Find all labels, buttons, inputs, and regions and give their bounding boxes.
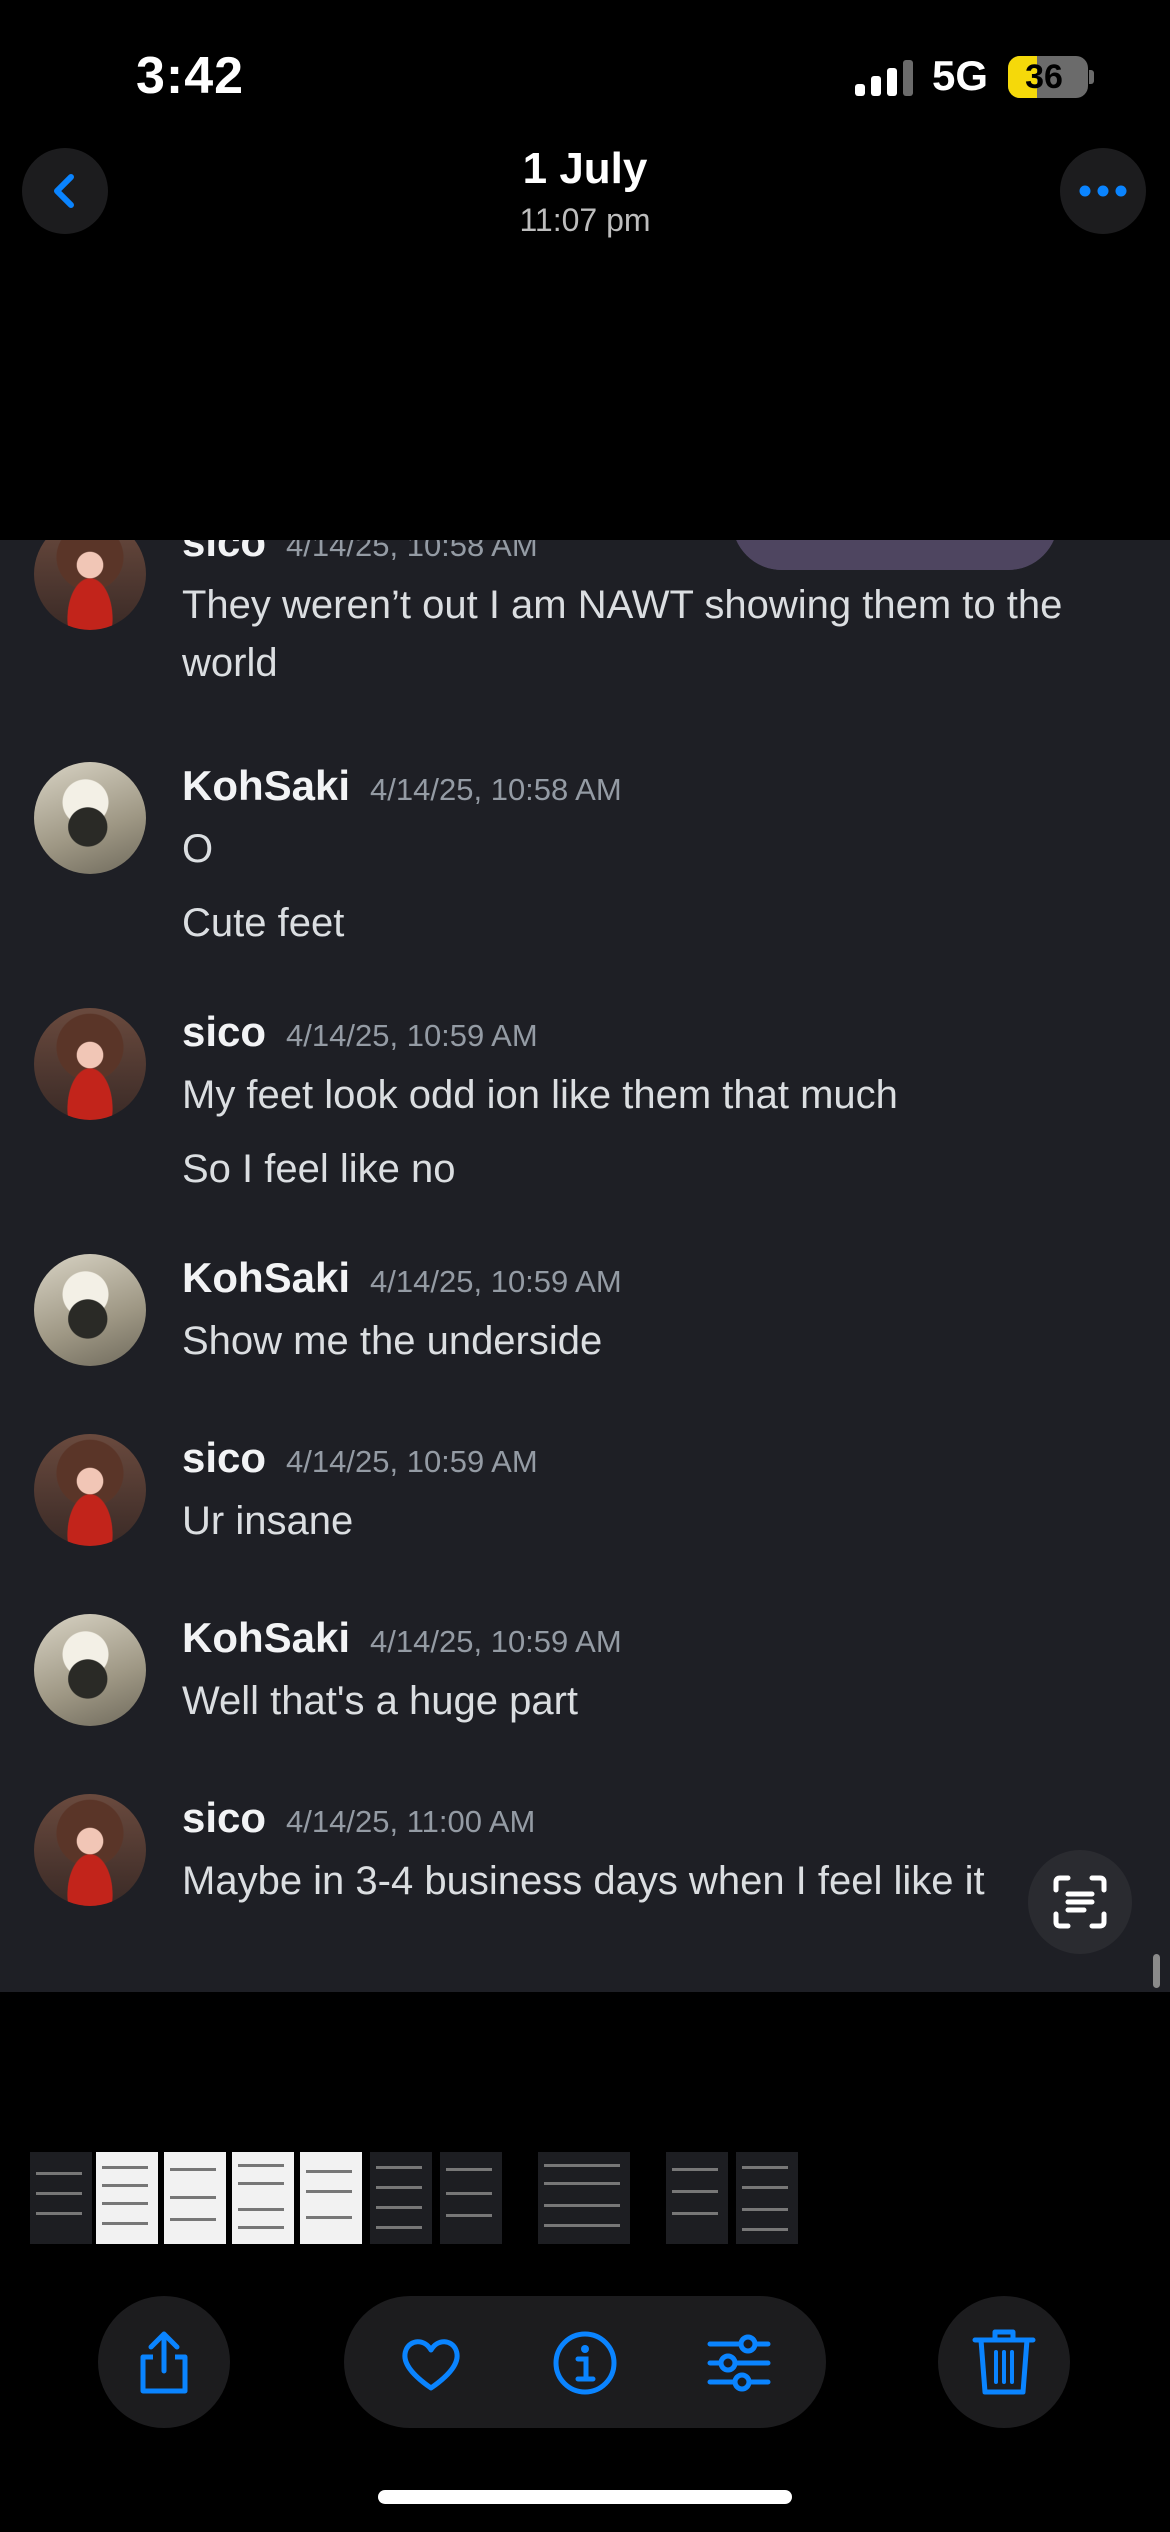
network-label: 5G [932,52,989,99]
username[interactable]: sico [182,1008,266,1055]
photo-actions-group [344,2296,826,2428]
share-button[interactable] [98,2296,230,2428]
message-header: KohSaki 4/14/25, 10:59 AM [182,1614,1134,1672]
thumbnail-strip[interactable] [0,2152,1170,2246]
message-body: sico 4/14/25, 10:59 AM Ur insane [182,1434,1134,1550]
live-text-scan-icon [1053,1875,1107,1929]
pill-mask [732,502,1058,540]
message-text: My feet look odd ion like them that much [182,1073,898,1117]
message-text: world [182,641,278,685]
message-body: KohSaki 4/14/25, 10:58 AM O Cute feet [182,762,1134,952]
share-icon [140,2331,188,2394]
username[interactable]: KohSaki [182,762,350,809]
thumbnail[interactable] [300,2152,362,2244]
username[interactable]: sico [182,540,266,565]
message-body: KohSaki 4/14/25, 10:59 AM Show me the unde… [182,1254,1134,1370]
avatar[interactable] [34,762,146,874]
more-options-button[interactable] [1060,148,1146,234]
info-icon[interactable] [552,2330,618,2396]
message-text: They weren’t out I am NAWT showing them … [182,583,1063,627]
header-time: 11:07 pm [519,202,651,238]
avatar[interactable] [34,1614,146,1726]
username[interactable]: KohSaki [182,1614,350,1661]
username[interactable]: sico [182,1794,266,1841]
signal-bars-icon [855,60,915,96]
username[interactable]: KohSaki [182,1254,350,1301]
thumbnail[interactable] [370,2152,432,2244]
message-timestamp: 4/14/25, 10:59 AM [286,1018,538,1053]
message-text: Ur insane [182,1499,354,1543]
trash-icon [972,2329,1036,2395]
status-time-label: 3:42 [136,47,245,105]
message-header: sico 4/14/25, 10:59 AM [182,1008,1134,1066]
avatar[interactable] [34,1254,146,1366]
message-text: Well that's a huge part [182,1679,579,1723]
thumbnail[interactable] [736,2152,798,2244]
thumbnail[interactable] [96,2152,158,2244]
delete-button[interactable] [938,2296,1070,2428]
message-timestamp: 4/14/25, 10:59 AM [370,1624,622,1659]
thumbnail[interactable] [30,2152,92,2244]
message-text: So I feel like no [182,1147,456,1191]
avatar[interactable] [34,540,146,630]
message-timestamp: 4/14/25, 10:59 AM [370,1264,622,1299]
message-text: O [182,827,214,871]
thumbnail[interactable] [164,2152,226,2244]
avatar[interactable] [34,1794,146,1906]
message-body: sico 4/14/25, 10:59 AM My feet look odd io… [182,1008,1134,1198]
message-text: Maybe in 3-4 business days when I feel l… [182,1859,985,1903]
message-timestamp: 4/14/25, 10:59 AM [286,1444,538,1479]
heart-icon[interactable] [398,2330,464,2396]
more-ellipsis-icon [1079,185,1127,197]
message-text: Show me the underside [182,1319,603,1363]
home-indicator[interactable] [378,2490,792,2504]
username[interactable]: sico [182,1434,266,1481]
thumbnail[interactable] [666,2152,728,2244]
message-header: KohSaki 4/14/25, 10:59 AM [182,1254,1134,1312]
screenshot-image: sico 4/14/25, 10:58 AM They weren’t out I … [0,540,1170,1992]
battery-percent-label: 36 [1025,58,1063,96]
message-body: sico 4/14/25, 11:00 AM Maybe in 3-4 busine… [182,1794,1134,1910]
message-header: KohSaki 4/14/25, 10:58 AM [182,762,1134,820]
thumbnail[interactable] [440,2152,502,2244]
message-header: sico 4/14/25, 11:00 AM [182,1794,1134,1852]
message-text: Cute feet [182,901,345,945]
battery-indicator-icon: 36 [1008,56,1088,98]
battery-cap [1089,70,1094,84]
thumbnail[interactable] [232,2152,294,2244]
live-text-button[interactable] [1028,1850,1132,1954]
sliders-icon[interactable] [706,2330,772,2396]
avatar[interactable] [34,1434,146,1546]
message-timestamp: 4/14/25, 10:58 AM [286,540,538,563]
message-header: sico 4/14/25, 10:59 AM [182,1434,1134,1492]
message-timestamp: 4/14/25, 11:00 AM [286,1804,536,1839]
message-timestamp: 4/14/25, 10:58 AM [370,772,622,807]
scrollbar[interactable] [1153,1954,1160,1988]
thumbnail-current[interactable] [538,2152,630,2244]
message-body: KohSaki 4/14/25, 10:59 AM Well that's a hu… [182,1614,1134,1730]
avatar[interactable] [34,1008,146,1120]
header-date: 1 July [522,144,648,193]
